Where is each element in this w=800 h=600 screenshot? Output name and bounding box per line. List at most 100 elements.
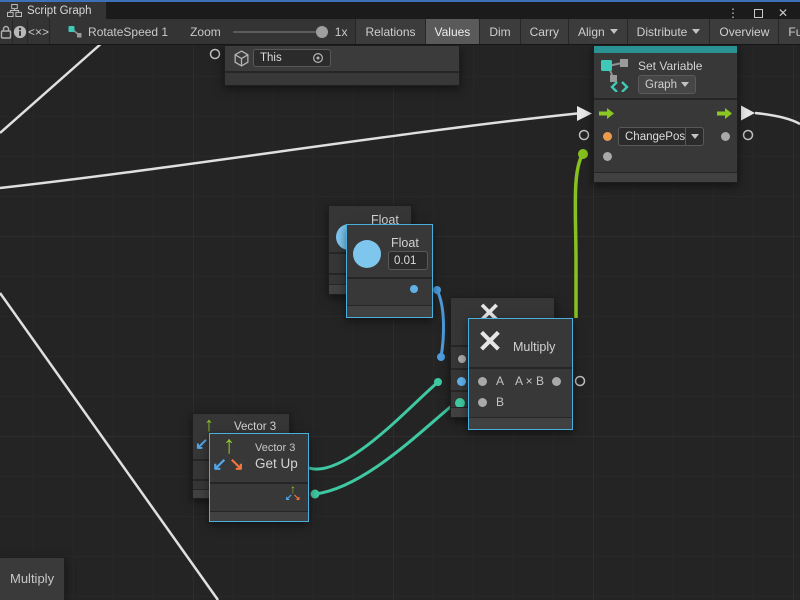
float-icon: [353, 240, 381, 268]
input-a-port[interactable]: [478, 377, 487, 386]
wire-cap: [578, 149, 588, 159]
info-icon: [13, 25, 27, 39]
node-title: Float: [391, 236, 419, 250]
wire-cap: [311, 490, 320, 499]
toolbar-button-align[interactable]: Align: [569, 19, 628, 45]
script-graph-window: Float ✕ Vector 3 ↑ ↙ This: [0, 0, 800, 600]
node-footer: [210, 511, 308, 521]
value-wire-float-to-multiply[interactable]: [437, 290, 444, 357]
set-variable-node[interactable]: Set Variable Graph ChangePos: [593, 45, 738, 183]
vector3-get-up-node[interactable]: ↑ ↙ ↘ Vector 3 Get Up ↑ ↙ ↘: [209, 433, 309, 522]
variable-name-port[interactable]: [603, 132, 612, 141]
input-b-port[interactable]: [478, 398, 487, 407]
this-object-field[interactable]: This: [253, 49, 331, 67]
code-icon: <×>: [28, 25, 49, 39]
lock-icon: [0, 25, 12, 39]
this-node[interactable]: This: [224, 45, 460, 86]
flow-wire-bottomleft[interactable]: [0, 293, 218, 600]
unconnected-port-circle[interactable]: [576, 377, 585, 386]
node-body: [225, 73, 459, 85]
toolbar-button-fullscreen[interactable]: Full Screen: [779, 19, 800, 45]
code-preview-button[interactable]: <×>: [28, 19, 49, 45]
zoom-slider-handle[interactable]: [316, 26, 328, 38]
zoom-label: Zoom: [190, 19, 221, 45]
flow-arrowhead-in: [577, 106, 592, 121]
toolbar-button-distribute[interactable]: Distribute: [628, 19, 711, 45]
down-left-arrow-icon: ↙: [212, 454, 227, 475]
wire-cap: [433, 286, 441, 294]
wire-cap: [434, 378, 442, 386]
float-out-port[interactable]: [410, 285, 418, 293]
variable-scope-dropdown[interactable]: Graph: [638, 75, 696, 94]
maximize-icon[interactable]: [754, 9, 763, 18]
flow-out-port[interactable]: [717, 108, 733, 119]
toolbar-button-relations[interactable]: Relations: [356, 19, 425, 45]
zoom-slider[interactable]: [233, 31, 323, 33]
value-in-port[interactable]: [603, 152, 612, 161]
gameobject-cube-icon: [233, 50, 250, 67]
node-title: Multiply: [10, 571, 54, 586]
graph-hierarchy-icon: [7, 4, 22, 17]
window-accent-line: [0, 0, 800, 2]
unconnected-port-circle[interactable]: [744, 131, 753, 140]
output-label: A × B: [515, 374, 544, 388]
scope-value: Graph: [645, 79, 677, 91]
chevron-down-icon: [692, 29, 700, 34]
input-a-label: A: [496, 374, 504, 388]
node-title: Set Variable: [638, 59, 702, 73]
value-wire-multiply-to-set-variable[interactable]: [575, 154, 583, 318]
graph-node-icon: [68, 25, 82, 39]
node-title: Vector 3: [234, 421, 276, 433]
menu-icon[interactable]: ⋮: [727, 7, 739, 19]
variable-name-value: ChangePos: [625, 131, 685, 143]
lock-button[interactable]: [0, 19, 12, 45]
tab-bar: Script Graph ⋮ ✕: [0, 0, 800, 19]
flow-in-port[interactable]: [599, 108, 615, 119]
unconnected-port-circle[interactable]: [580, 131, 589, 140]
vector3-out-port[interactable]: ↑ ↙ ↘: [284, 484, 304, 506]
this-field-value: This: [260, 52, 282, 64]
tab-script-graph[interactable]: Script Graph: [0, 2, 106, 19]
window-controls: ⋮ ✕: [727, 7, 800, 19]
value-out-port[interactable]: [721, 132, 730, 141]
object-picker-icon[interactable]: [312, 52, 324, 64]
graph-toolbar: <×> RotateSpeed 1 Zoom 1x Relations Valu…: [0, 19, 800, 45]
float-node[interactable]: Float 0.01: [346, 224, 433, 318]
node-footer: [347, 305, 432, 317]
node-footer: [594, 172, 737, 182]
port-ghost[interactable]: [458, 355, 466, 363]
multiply-icon: ✕: [477, 326, 503, 357]
multiply-corner-node[interactable]: Multiply: [0, 557, 65, 600]
chevron-down-icon: [610, 29, 618, 34]
chevron-down-icon: [681, 82, 689, 87]
flow-wire-out-right[interactable]: [755, 113, 800, 124]
port-a-connected[interactable]: [457, 377, 466, 386]
set-variable-graph-icon: [600, 58, 632, 92]
wire-cap: [437, 353, 445, 361]
toolbar-button-dim[interactable]: Dim: [480, 19, 520, 45]
info-button[interactable]: [13, 19, 27, 45]
flow-wire-into-set-variable[interactable]: [0, 114, 577, 189]
flow-wire-topleft[interactable]: [0, 42, 103, 133]
node-subtitle-type: Vector 3: [255, 442, 295, 454]
node-footer: [469, 417, 572, 429]
toolbar-button-overview[interactable]: Overview: [710, 19, 779, 45]
tab-title: Script Graph: [27, 5, 92, 17]
close-icon[interactable]: ✕: [778, 7, 788, 19]
variable-name-dropdown[interactable]: ChangePos: [618, 127, 704, 146]
breadcrumb[interactable]: RotateSpeed 1: [68, 19, 168, 45]
multiply-node[interactable]: ✕ Multiply A A × B B: [468, 318, 573, 430]
result-out-port[interactable]: [552, 377, 561, 386]
down-right-arrow-icon: ↘: [229, 454, 244, 475]
value-wire-vector3-to-multiply[interactable]: [315, 404, 454, 494]
value-wire-vector3-ghost-to-multiply[interactable]: [309, 383, 437, 469]
float-value: 0.01: [394, 255, 416, 267]
node-title: Multiply: [513, 340, 555, 354]
toolbar-button-values[interactable]: Values: [426, 19, 481, 45]
unconnected-port-circle[interactable]: [211, 50, 220, 59]
node-accent-stripe: [594, 46, 737, 53]
down-left-arrow-icon: ↙: [195, 434, 208, 454]
toolbar-button-carry[interactable]: Carry: [521, 19, 569, 45]
flow-arrowhead-out: [741, 106, 755, 121]
float-value-field[interactable]: 0.01: [388, 251, 428, 270]
